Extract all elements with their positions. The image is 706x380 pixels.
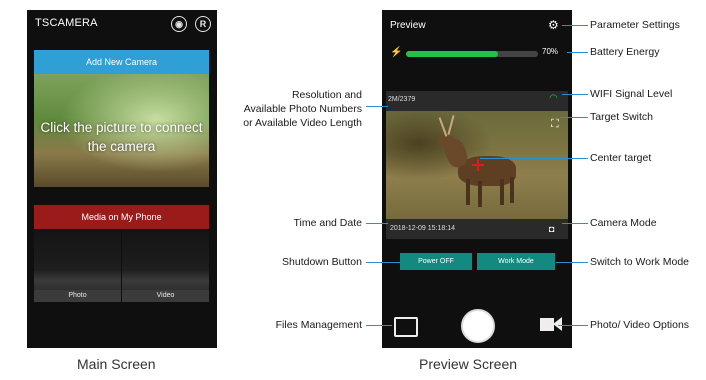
leader-line [567, 52, 588, 53]
resolution-text: 2M/2379 [388, 96, 416, 103]
shutter-button[interactable] [461, 309, 495, 343]
main-screen-phone: TSCAMERA ◉ R Add New Camera Click the pi… [27, 10, 217, 348]
leader-line [366, 325, 392, 326]
annotation-shutdown-button: Shutdown Button [282, 256, 362, 268]
photo-label: Photo [34, 290, 121, 302]
deer-antler [447, 115, 455, 135]
leader-line [480, 158, 588, 159]
deer-leg [500, 179, 504, 205]
camera-mode-icon[interactable]: ◘ [549, 224, 554, 234]
preview-title: Preview [390, 20, 426, 31]
annotation-resolution-line2: Available Photo Numbers [243, 103, 362, 115]
annotation-resolution-line1: Resolution and [291, 89, 362, 101]
leader-line [562, 223, 588, 224]
deer-head [438, 135, 454, 147]
files-management-icon[interactable] [394, 317, 418, 337]
media-on-phone-button[interactable]: Media on My Phone [34, 205, 209, 229]
annotation-resolution: Resolution and Available Photo Numbers o… [228, 88, 362, 130]
annotation-center-target: Center target [590, 152, 652, 164]
add-new-camera-button[interactable]: Add New Camera [34, 50, 209, 74]
deer-leg [466, 179, 470, 205]
power-off-button[interactable]: Power OFF [400, 253, 472, 270]
annotation-files-management: Files Management [275, 319, 362, 331]
work-mode-button[interactable]: Work Mode [477, 253, 555, 270]
leader-line [366, 223, 388, 224]
leader-line [562, 94, 588, 95]
gear-icon[interactable]: ⚙ [548, 18, 562, 32]
connect-camera-picture[interactable]: Click the picture to connect the camera [34, 74, 209, 187]
leader-line [560, 117, 588, 118]
datetime-text: 2018-12-09 15:18:14 [390, 225, 455, 232]
bolt-icon: ⚡ [390, 47, 403, 58]
live-preview-image[interactable]: ⛶ [386, 111, 568, 219]
target-switch-icon[interactable]: ⛶ [551, 118, 563, 130]
annotation-battery-energy: Battery Energy [590, 46, 660, 58]
preview-screen-caption: Preview Screen [419, 356, 518, 372]
deer-leg [478, 181, 482, 207]
leader-line [558, 325, 588, 326]
annotation-photo-video-options: Photo/ Video Options [590, 319, 690, 331]
video-camera-icon[interactable] [540, 318, 554, 331]
center-target-vertical [477, 159, 479, 171]
annotation-resolution-line3: or Available Video Length [243, 117, 362, 129]
leader-line [556, 262, 588, 263]
wifi-icon: ◠ [549, 93, 558, 104]
app-title: TSCAMERA [35, 17, 98, 29]
registered-icon[interactable]: R [195, 16, 211, 32]
annotation-target-switch: Target Switch [590, 111, 654, 123]
leader-line [366, 262, 400, 263]
video-camera-lens-icon[interactable] [553, 317, 562, 331]
preview-screen-phone: Preview ⚙ ⚡ 70% 2M/2379 ◠ ⛶ 2018-12-09 1… [382, 10, 572, 348]
battery-fill [406, 51, 498, 57]
annotation-parameter-settings: Parameter Settings [590, 19, 680, 31]
battery-percent: 70% [542, 47, 559, 56]
connect-hint-text: Click the picture to connect the camera [40, 120, 203, 154]
main-screen-caption: Main Screen [77, 356, 156, 372]
video-label: Video [122, 290, 209, 302]
annotation-time-date: Time and Date [293, 217, 362, 229]
annotation-camera-mode: Camera Mode [590, 217, 657, 229]
annotation-switch-work-mode: Switch to Work Mode [590, 256, 690, 268]
main-header: TSCAMERA ◉ R [27, 10, 217, 36]
annotation-wifi-signal: WIFI Signal Level [590, 88, 673, 100]
deer-leg [510, 177, 514, 203]
leader-line [562, 25, 588, 26]
deer-antler [438, 117, 448, 137]
globe-icon[interactable]: ◉ [171, 16, 187, 32]
leader-line [366, 106, 388, 107]
